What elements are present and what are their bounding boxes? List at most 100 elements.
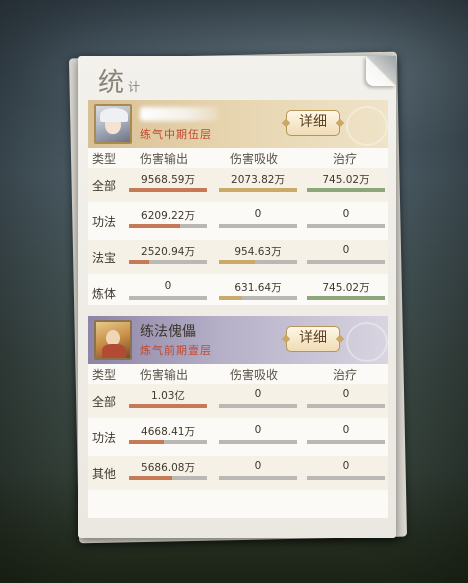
heal-bar [307,188,385,192]
page-curl-corner [366,56,396,86]
stat-row: 其他 5686.08万 0 0 [88,456,388,490]
column-type: 类型 [92,368,117,382]
column-healing: 治疗 [333,368,358,382]
output-bar-fill [129,260,150,264]
output-bar [129,296,207,300]
output-bar [129,440,207,444]
row-type-label: 其他 [92,467,117,481]
output-value: 0 [164,280,172,292]
absorb-bar-fill [219,188,297,192]
heal-bar-fill [307,296,385,300]
absorb-bar [219,296,297,300]
absorb-bar [219,224,297,228]
heal-cell: 0 [307,244,385,268]
absorb-bar [219,476,297,480]
absorb-cell: 0 [219,208,297,232]
player-header: 练气中期伍层 详细 [88,100,388,148]
stat-row: 全部 1.03亿 0 0 [88,384,388,418]
heal-cell: 745.02万 [307,280,385,304]
output-bar-fill [129,224,180,228]
row-type-label: 全部 [92,395,117,409]
heal-value: 0 [342,244,350,256]
output-cell: 2520.94万 [129,244,207,268]
absorb-bar [219,404,297,408]
absorb-value: 0 [254,424,262,436]
row-type-label: 功法 [92,215,117,229]
heal-bar [307,224,385,228]
absorb-value: 954.63万 [234,246,282,258]
output-cell: 0 [129,280,207,304]
white-haired-cultivator-portrait-icon [94,104,132,144]
heal-value: 0 [342,388,350,400]
heal-value: 745.02万 [322,174,370,186]
absorb-cell: 0 [219,388,297,412]
output-bar-fill [129,404,207,408]
column-damage-output: 伤害输出 [140,152,189,166]
output-bar [129,476,207,480]
column-healing: 治疗 [333,152,358,166]
stat-row: 法宝 2520.94万 954.63万 0 [88,240,388,274]
output-value: 6209.22万 [141,210,195,222]
heal-value: 745.02万 [322,282,370,294]
row-type-label: 炼体 [92,287,117,301]
absorb-cell: 954.63万 [219,244,297,268]
output-bar [129,260,207,264]
heal-cell: 0 [307,460,385,484]
blurred-player-name [140,107,218,121]
heal-bar [307,440,385,444]
output-cell: 6209.22万 [129,208,207,232]
row-type-label: 功法 [92,431,117,445]
output-bar [129,404,207,408]
heal-bar [307,404,385,408]
absorb-bar-fill [219,260,255,264]
stat-row: 功法 4668.41万 0 0 [88,420,388,454]
player-rank: 练气中期伍层 [140,128,212,141]
output-cell: 9568.59万 [129,172,207,196]
absorb-value: 0 [254,388,262,400]
column-type: 类型 [92,152,117,166]
absorb-cell: 0 [219,460,297,484]
puppet-stats-panel: 练法傀儡 炼气前期壹层 详细 类型 伤害输出 伤害吸收 治疗 全部 1.03亿 0 0… [88,316,388,518]
output-value: 1.03亿 [151,390,185,402]
absorb-cell: 631.64万 [219,280,297,304]
statistics-title: 统 [98,68,126,98]
absorb-cell: 2073.82万 [219,172,297,196]
absorb-value: 0 [254,460,262,472]
puppet-detail-button[interactable]: 详细 [286,326,340,352]
heal-value: 0 [342,460,350,472]
absorb-value: 2073.82万 [231,174,285,186]
heal-cell: 0 [307,424,385,448]
output-cell: 4668.41万 [129,424,207,448]
output-cell: 1.03亿 [129,388,207,412]
stat-row: 全部 9568.59万 2073.82万 745.02万 [88,168,388,202]
puppet-rank: 炼气前期壹层 [140,344,212,357]
output-bar [129,188,207,192]
output-bar-fill [129,440,165,444]
player-stats-panel: 练气中期伍层 详细 类型 伤害输出 伤害吸收 治疗 全部 9568.59万 2073… [88,100,388,305]
absorb-cell: 0 [219,424,297,448]
puppet-header: 练法傀儡 炼气前期壹层 详细 [88,316,388,364]
absorb-bar-fill [219,296,243,300]
heal-value: 0 [342,424,350,436]
absorb-value: 0 [254,208,262,220]
puppet-name: 练法傀儡 [140,324,196,340]
heal-cell: 0 [307,208,385,232]
column-damage-output: 伤害输出 [140,368,189,382]
heal-bar [307,296,385,300]
heal-bar [307,260,385,264]
output-value: 5686.08万 [141,462,195,474]
heal-value: 0 [342,208,350,220]
header-ornament-icon [346,322,388,362]
absorb-bar [219,188,297,192]
heal-bar [307,476,385,480]
output-value: 4668.41万 [141,426,195,438]
absorb-value: 631.64万 [234,282,282,294]
heal-cell: 0 [307,388,385,412]
header-ornament-icon [346,106,388,146]
output-value: 2520.94万 [141,246,195,258]
heal-cell: 745.02万 [307,172,385,196]
stat-row: 炼体 0 631.64万 745.02万 [88,276,388,310]
output-cell: 5686.08万 [129,460,207,484]
player-detail-button[interactable]: 详细 [286,110,340,136]
column-damage-absorb: 伤害吸收 [230,152,279,166]
